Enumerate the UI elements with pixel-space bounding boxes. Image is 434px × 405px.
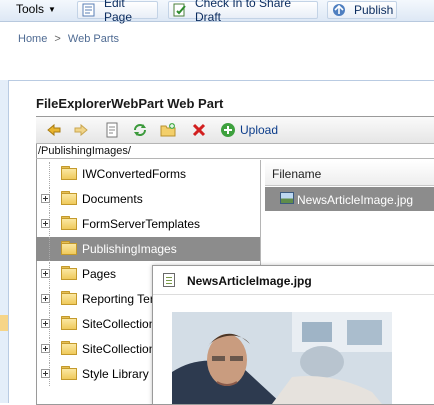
tools-menu[interactable]: Tools ▼ [16, 2, 56, 16]
expand-icon[interactable] [41, 194, 50, 203]
folder-icon [61, 341, 77, 355]
expand-icon[interactable] [41, 369, 50, 378]
tree-node[interactable]: PublishingImages [36, 237, 260, 261]
expand-icon[interactable] [41, 294, 50, 303]
edit-page-icon [82, 3, 96, 17]
tree-node-label: Style Library [82, 367, 149, 381]
webpart-title: FileExplorerWebPart Web Part [36, 96, 224, 111]
folder-icon [61, 366, 77, 380]
folder-icon [61, 216, 77, 230]
new-folder-icon[interactable] [160, 122, 176, 138]
preview-title: NewsArticleImage.jpg [187, 274, 312, 288]
tree-node-label: SiteCollection [82, 342, 156, 356]
current-path: /PublishingImages/ [36, 144, 434, 159]
delete-icon[interactable] [191, 122, 207, 138]
publish-label: Publish [354, 3, 394, 17]
folder-icon [61, 241, 77, 255]
breadcrumb-home[interactable]: Home [18, 33, 47, 45]
tree-node-label: FormServerTemplates [82, 217, 201, 231]
tree-node[interactable]: IWConvertedForms [36, 162, 260, 186]
image-preview-popup[interactable]: NewsArticleImage.jpg [152, 265, 434, 405]
expand-icon[interactable] [41, 319, 50, 328]
preview-image [172, 312, 392, 404]
edit-page-button[interactable]: Edit Page [77, 0, 158, 24]
properties-icon[interactable] [104, 122, 120, 138]
page-toolbar: Tools ▼ Edit Page Check In to Share Draf… [0, 0, 434, 24]
left-navigation-strip [0, 80, 9, 403]
tree-node-label: SiteCollection [82, 317, 156, 331]
tree-connector [49, 162, 51, 186]
explorer-toolbar: Upload [36, 117, 434, 144]
tree-connector [49, 237, 51, 261]
tree-node-label: IWConvertedForms [82, 167, 187, 181]
filename-column-header[interactable]: Filename [265, 161, 434, 186]
filename-header-label: Filename [272, 167, 322, 181]
tree-node[interactable]: Documents [36, 187, 260, 211]
folder-icon [61, 266, 77, 280]
tree-node-label: PublishingImages [82, 242, 177, 256]
publish-button[interactable]: Publish [327, 1, 397, 19]
forward-arrow-icon[interactable] [73, 122, 89, 138]
document-icon [163, 273, 175, 287]
tree-node[interactable]: FormServerTemplates [36, 212, 260, 236]
breadcrumb: Home > Web Parts [18, 33, 119, 45]
expand-icon[interactable] [41, 269, 50, 278]
image-file-icon [280, 192, 294, 204]
refresh-icon[interactable] [132, 122, 148, 138]
file-row[interactable]: NewsArticleImage.jpg [265, 187, 434, 211]
preview-title-bar[interactable]: NewsArticleImage.jpg [153, 266, 434, 295]
upload-button-label[interactable]: Upload [240, 123, 278, 137]
publish-icon [332, 3, 346, 17]
folder-icon [61, 166, 77, 180]
breadcrumb-separator: > [54, 33, 61, 45]
left-strip-highlight [0, 315, 8, 331]
tools-label: Tools [16, 2, 45, 16]
breadcrumb-current[interactable]: Web Parts [68, 33, 119, 45]
expand-icon[interactable] [41, 219, 50, 228]
expand-icon[interactable] [41, 344, 50, 353]
check-in-button[interactable]: Check In to Share Draft [168, 0, 318, 24]
upload-icon[interactable] [220, 122, 236, 138]
chevron-down-icon: ▼ [48, 4, 56, 14]
tree-node-label: Pages [82, 267, 117, 281]
edit-page-label: Edit Page [104, 0, 133, 24]
check-in-icon [173, 3, 187, 17]
folder-icon [61, 191, 77, 205]
file-name: NewsArticleImage.jpg [297, 193, 414, 207]
folder-icon [61, 291, 77, 305]
content-divider [0, 80, 434, 81]
folder-icon [61, 316, 77, 330]
tree-node-label: Documents [82, 192, 143, 206]
back-arrow-icon[interactable] [46, 122, 62, 138]
tree-node-label: Reporting Ter [82, 292, 154, 306]
check-in-label: Check In to Share Draft [195, 0, 292, 24]
